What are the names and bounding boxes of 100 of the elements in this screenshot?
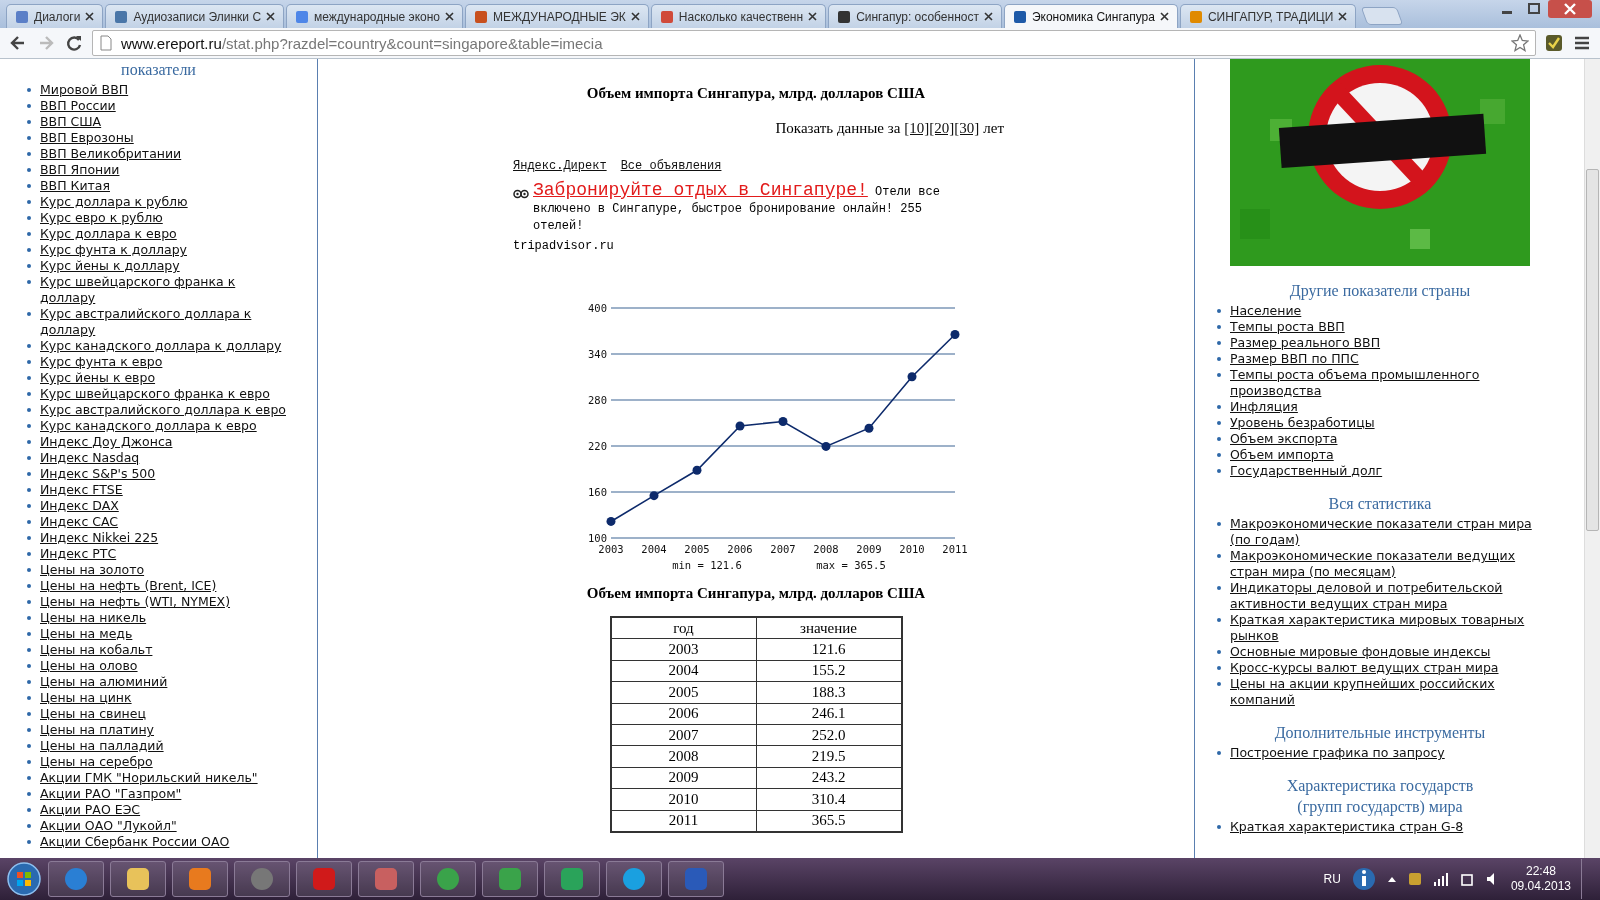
clock-time[interactable]: 22:48 xyxy=(1525,864,1556,879)
sidebar-link[interactable]: Индекс Nasdaq xyxy=(40,450,290,466)
sidebar-link[interactable]: Основные мировые фондовые индексы xyxy=(1230,644,1545,660)
data-point xyxy=(778,416,788,426)
sidebar-link[interactable]: Индекс DAX xyxy=(40,498,290,514)
close-icon[interactable] xyxy=(983,12,993,21)
sidebar-link[interactable]: Курс йены к евро xyxy=(40,370,290,386)
sidebar-link[interactable]: Макроэкономические показатели ведущих стран мира (по месяцам) xyxy=(1230,548,1545,580)
language-indicator[interactable]: RU xyxy=(1323,872,1341,886)
sidebar-link[interactable]: Индекс Nikkei 225 xyxy=(40,530,290,546)
sidebar-link[interactable]: Цены на серебро xyxy=(40,754,290,770)
sidebar-link[interactable]: Курс австралийского доллара к доллару xyxy=(40,306,290,338)
sidebar-link[interactable]: Инфляция xyxy=(1230,399,1545,415)
sidebar-link[interactable]: Цены на алюминий xyxy=(40,674,290,690)
sidebar-link[interactable]: Кросс-курсы валют ведущих стран мира xyxy=(1230,660,1545,676)
sidebar-link[interactable]: ВВП Японии xyxy=(40,162,290,178)
star-icon[interactable] xyxy=(1511,34,1529,52)
close-icon[interactable] xyxy=(445,12,454,21)
extension-icon[interactable] xyxy=(1544,33,1564,53)
close-icon[interactable] xyxy=(808,12,818,21)
sidebar-link[interactable]: Курс евро к рублю xyxy=(40,210,290,226)
sidebar-link[interactable]: Курс канадского доллара к доллару xyxy=(40,338,290,354)
sidebar-link[interactable]: Индекс S&P's 500 xyxy=(40,466,290,482)
close-icon[interactable] xyxy=(85,12,95,21)
sidebar-link[interactable]: Цены на нефть (Brent, ICE) xyxy=(40,578,290,594)
sidebar-link[interactable]: Акции ГМК "Норильский никель" xyxy=(40,770,290,786)
sidebar-link[interactable]: Цены на нефть (WTI, NYMEX) xyxy=(40,594,290,610)
browser-tab[interactable]: Сингапур: особенност xyxy=(828,4,1002,28)
sidebar-link[interactable]: Макроэкономические показатели стран мира (по годам) xyxy=(1230,516,1545,548)
sidebar-link[interactable]: Темпы роста объема промышленного производства xyxy=(1230,367,1545,399)
period-link[interactable]: [30] xyxy=(954,120,980,137)
sidebar-link[interactable]: Построение графика по запросу xyxy=(1230,745,1545,761)
browser-tab[interactable]: Экономика Сингапура xyxy=(1003,4,1178,28)
sidebar-link[interactable]: Краткая характеристика стран G-8 xyxy=(1230,819,1545,835)
close-icon[interactable] xyxy=(630,12,640,21)
browser-tab[interactable]: Диалоги xyxy=(6,4,104,28)
sidebar-link[interactable]: Акции Сбербанк России ОАО xyxy=(40,834,290,850)
sidebar-link[interactable]: Курс доллара к рублю xyxy=(40,194,290,210)
sidebar-link[interactable]: ВВП Еврозоны xyxy=(40,130,290,146)
sidebar-link[interactable]: ВВП США xyxy=(40,114,290,130)
sidebar-link[interactable]: Акции РАО "Газпром" xyxy=(40,786,290,802)
sidebar-link[interactable]: Курс доллара к евро xyxy=(40,226,290,242)
axis-label: 340 xyxy=(588,348,607,360)
sidebar-link[interactable]: Цены на свинец xyxy=(40,706,290,722)
sidebar-link[interactable]: Курс фунта к доллару xyxy=(40,242,290,258)
browser-tab[interactable]: Аудиозаписи Элинки С xyxy=(105,4,285,28)
sidebar-link[interactable]: Курс австралийского доллара к евро xyxy=(40,402,290,418)
sidebar-link[interactable]: Объем экспорта xyxy=(1230,431,1545,447)
sidebar-link[interactable]: Цены на олово xyxy=(40,658,290,674)
sidebar-link[interactable]: Курс канадского доллара к евро xyxy=(40,418,290,434)
close-icon[interactable] xyxy=(1338,12,1348,21)
sidebar-link[interactable]: Индекс Доу Джонса xyxy=(40,434,290,450)
sidebar-link[interactable]: Государственный долг xyxy=(1230,463,1545,479)
sidebar-link[interactable]: Курс швейцарского франка к доллару xyxy=(40,274,290,306)
sidebar-link[interactable]: Индекс CAC xyxy=(40,514,290,530)
browser-tab[interactable]: Насколько качественн xyxy=(650,4,827,28)
address-bar[interactable]: www.ereport.ru/stat.php?razdel=country&count=singapore&table=imecia xyxy=(92,30,1536,56)
sidebar-link[interactable]: Цены на палладий xyxy=(40,738,290,754)
help-icon[interactable] xyxy=(1350,866,1377,892)
sidebar-link[interactable]: Индекс FTSE xyxy=(40,482,290,498)
signal-icon[interactable] xyxy=(1432,871,1449,887)
sidebar-link[interactable]: Индикаторы деловой и потребительской активности ведущих стран мира xyxy=(1230,580,1545,612)
sidebar-link[interactable]: Индекс РТС xyxy=(40,546,290,562)
ad-link[interactable]: Забронируйте отдых в Сингапуре! xyxy=(533,180,868,200)
sidebar-link[interactable]: Цены на платину xyxy=(40,722,290,738)
sidebar-link[interactable]: Курс швейцарского франка к евро xyxy=(40,386,290,402)
close-icon[interactable] xyxy=(266,12,276,21)
sidebar-link[interactable]: Мировой ВВП xyxy=(40,82,290,98)
sidebar-link[interactable]: Уровень безработицы xyxy=(1230,415,1545,431)
sidebar-link[interactable]: ВВП России xyxy=(40,98,290,114)
sidebar-link[interactable]: Цены на акции крупнейших российских компаний xyxy=(1230,676,1545,708)
scrollbar[interactable] xyxy=(1584,59,1600,858)
period-link[interactable]: [20] xyxy=(929,120,955,137)
sidebar-link[interactable]: Объем импорта xyxy=(1230,447,1545,463)
clock-date[interactable]: 09.04.2013 xyxy=(1510,879,1571,894)
sidebar-link[interactable]: Цены на цинк xyxy=(40,690,290,706)
sidebar-link[interactable]: Размер реального ВВП xyxy=(1230,335,1545,351)
sidebar-link[interactable]: Цены на кобальт xyxy=(40,642,290,658)
ad-header-link[interactable]: Яндекс.Директ xyxy=(513,159,607,173)
sidebar-link[interactable]: Курс фунта к евро xyxy=(40,354,290,370)
sidebar-link[interactable]: Краткая характеристика мировых товарных рынков xyxy=(1230,612,1545,644)
close-icon[interactable] xyxy=(1159,12,1169,21)
ad-header-link[interactable]: Все объявления xyxy=(620,159,722,173)
sidebar-link[interactable]: Размер ВВП по ППС xyxy=(1230,351,1545,367)
sidebar-link[interactable]: ВВП Китая xyxy=(40,178,290,194)
sidebar-link[interactable]: Темпы роста ВВП xyxy=(1230,319,1545,335)
sidebar-link[interactable]: Акции РАО ЕЭС xyxy=(40,802,290,818)
period-link[interactable]: [10] xyxy=(904,120,930,137)
reload-icon[interactable] xyxy=(64,33,84,53)
sidebar-link[interactable]: Население xyxy=(1230,303,1545,319)
sidebar-link[interactable]: Цены на медь xyxy=(40,626,290,642)
sidebar-link[interactable]: Цены на никель xyxy=(40,610,290,626)
sidebar-link[interactable]: Цены на золото xyxy=(40,562,290,578)
sidebar-link[interactable]: Акции ОАО "Лукойл" xyxy=(40,818,290,834)
browser-tab[interactable]: МЕЖДУНАРОДНЫЕ ЭК xyxy=(465,4,649,28)
start-icon[interactable] xyxy=(6,861,42,897)
browser-tab[interactable]: СИНГАПУР, ТРАДИЦИ xyxy=(1179,4,1357,28)
sidebar-link[interactable]: Курс йены к доллару xyxy=(40,258,290,274)
sidebar-link[interactable]: ВВП Великобритании xyxy=(40,146,290,162)
browser-tab[interactable]: международные эконо xyxy=(286,4,463,28)
